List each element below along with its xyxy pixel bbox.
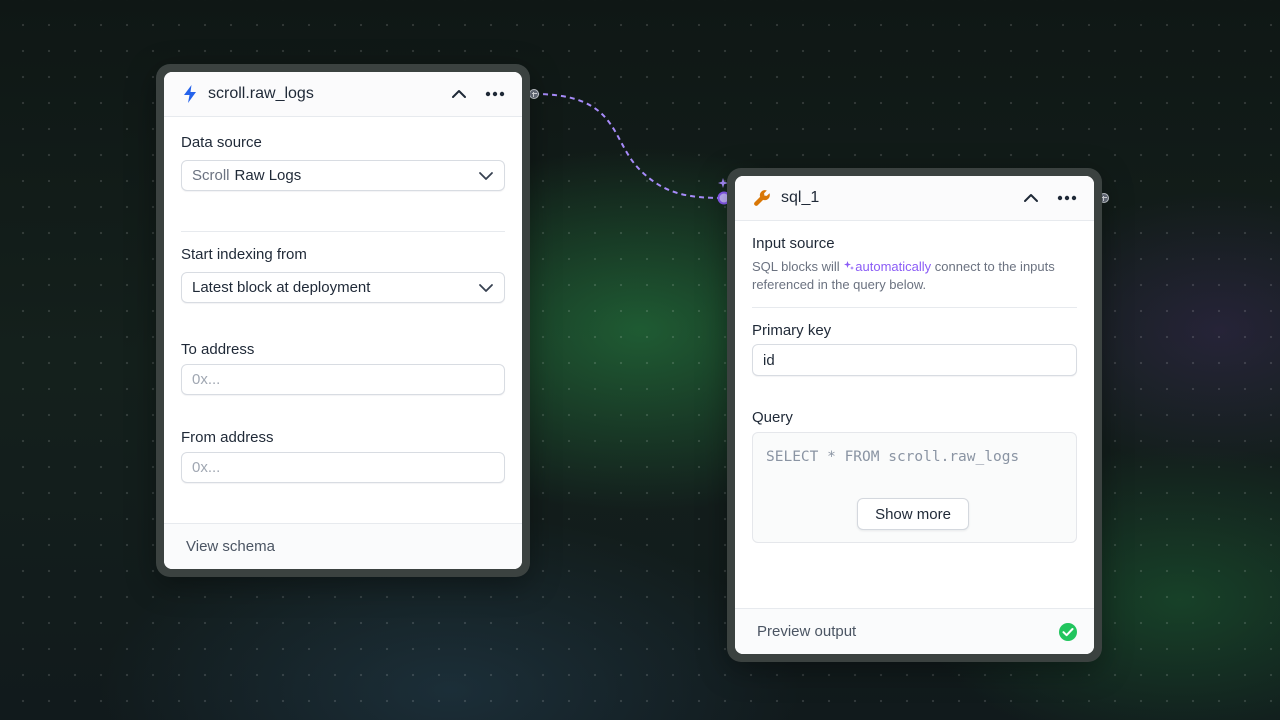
- chevron-up-icon: [1024, 194, 1038, 202]
- start-indexing-select[interactable]: Latest block at deployment: [181, 272, 505, 303]
- view-schema-label: View schema: [186, 538, 275, 555]
- collapse-button[interactable]: [1020, 187, 1042, 209]
- description-text: SQL blocks will: [752, 259, 840, 274]
- check-circle-icon: [1059, 622, 1077, 641]
- chevron-up-icon: [452, 90, 466, 98]
- query-code: SELECT * FROM scroll.raw_logs: [766, 449, 1020, 465]
- data-source-chain: Scroll: [192, 167, 230, 184]
- show-more-label: Show more: [875, 505, 951, 523]
- automatically-highlight: automatically: [843, 259, 931, 274]
- data-source-value: Raw Logs: [234, 167, 302, 184]
- source-node-title: scroll.raw_logs: [208, 85, 314, 102]
- sql-node-title: sql_1: [781, 189, 820, 206]
- ellipsis-icon: [485, 91, 505, 97]
- data-source-label: Data source: [181, 134, 262, 151]
- chevron-down-icon: [479, 283, 493, 292]
- from-address-placeholder: 0x...: [192, 459, 221, 476]
- highlight-text: automatically: [855, 259, 932, 274]
- preview-output-button[interactable]: Preview output: [735, 608, 1094, 654]
- more-options-button[interactable]: [484, 83, 506, 105]
- source-node-header[interactable]: scroll.raw_logs: [164, 72, 522, 117]
- collapse-button[interactable]: [448, 83, 470, 105]
- query-label: Query: [752, 409, 793, 426]
- more-options-button[interactable]: [1056, 187, 1078, 209]
- section-divider: [752, 307, 1077, 308]
- start-indexing-label: Start indexing from: [181, 246, 307, 263]
- sql-node[interactable]: sql_1 Input source SQL blocks will autom…: [727, 168, 1102, 662]
- to-address-label: To address: [181, 341, 255, 358]
- sql-node-header[interactable]: sql_1: [735, 176, 1094, 221]
- ellipsis-icon: [1057, 195, 1077, 201]
- preview-output-label: Preview output: [757, 623, 857, 640]
- from-address-input[interactable]: 0x...: [181, 452, 505, 483]
- primary-key-label: Primary key: [752, 322, 832, 339]
- to-address-input[interactable]: 0x...: [181, 364, 505, 395]
- input-source-description: SQL blocks will automatically connect to…: [752, 258, 1077, 294]
- data-source-select[interactable]: Scroll Raw Logs: [181, 160, 505, 191]
- wrench-icon: [753, 189, 771, 207]
- view-schema-button[interactable]: View schema: [164, 523, 522, 569]
- input-source-label: Input source: [752, 235, 835, 252]
- query-editor[interactable]: SELECT * FROM scroll.raw_logs Show more: [752, 432, 1077, 543]
- start-indexing-value: Latest block at deployment: [192, 279, 371, 296]
- source-output-port[interactable]: [529, 89, 539, 99]
- show-more-button[interactable]: Show more: [857, 498, 969, 530]
- source-node[interactable]: scroll.raw_logs Data source Scroll Raw L…: [156, 64, 530, 577]
- lightning-icon: [182, 85, 198, 103]
- from-address-label: From address: [181, 429, 274, 446]
- sparkle-icon: [844, 261, 855, 270]
- primary-key-input[interactable]: id: [752, 344, 1077, 376]
- primary-key-value: id: [763, 351, 775, 369]
- section-divider: [181, 231, 505, 232]
- chevron-down-icon: [479, 171, 493, 180]
- to-address-placeholder: 0x...: [192, 371, 221, 388]
